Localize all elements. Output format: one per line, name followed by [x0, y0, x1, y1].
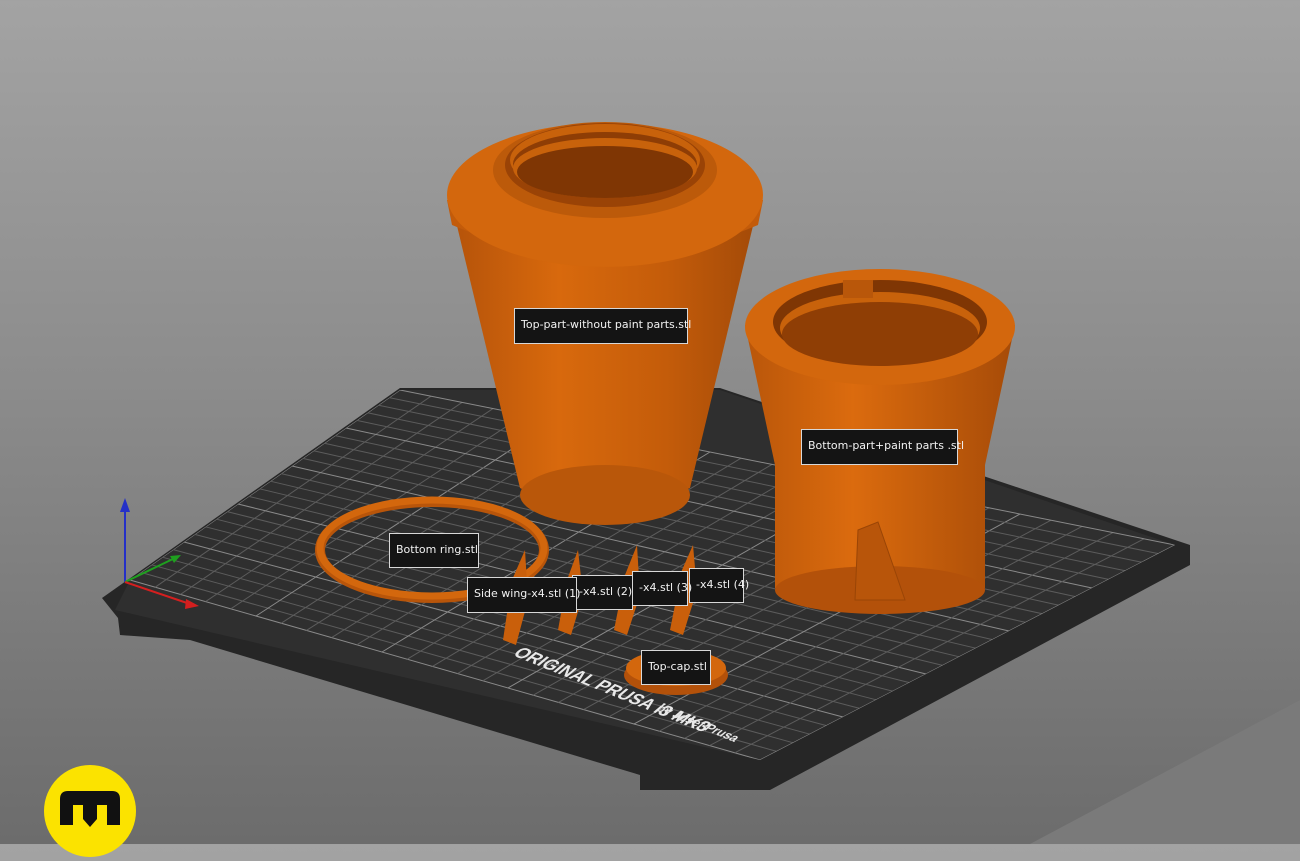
floor-plane	[1030, 700, 1300, 844]
object-label-bottom-part[interactable]: Bottom-part+paint parts .stl	[801, 429, 964, 465]
object-label-side-wing-2[interactable]: -x4.stl (2)	[572, 575, 633, 610]
object-label-side-wing-4[interactable]: -x4.stl (4)	[689, 568, 749, 603]
object-label-side-wing-1[interactable]: Side wing-x4.stl (1)	[467, 577, 580, 613]
manufacturer-logo-icon	[44, 765, 136, 857]
3d-viewport[interactable]: ORIGINAL PRUSA i3 MK3 by Josef Prusa	[0, 0, 1300, 844]
logo-glyph	[60, 791, 120, 827]
object-label-top-cap[interactable]: Top-cap.stl	[641, 650, 711, 685]
object-label-side-wing-3[interactable]: -x4.stl (3)	[632, 571, 692, 606]
object-label-top-part[interactable]: Top-part-without paint parts.stl	[514, 308, 691, 344]
object-label-bottom-ring[interactable]: Bottom ring.stl	[389, 533, 479, 568]
